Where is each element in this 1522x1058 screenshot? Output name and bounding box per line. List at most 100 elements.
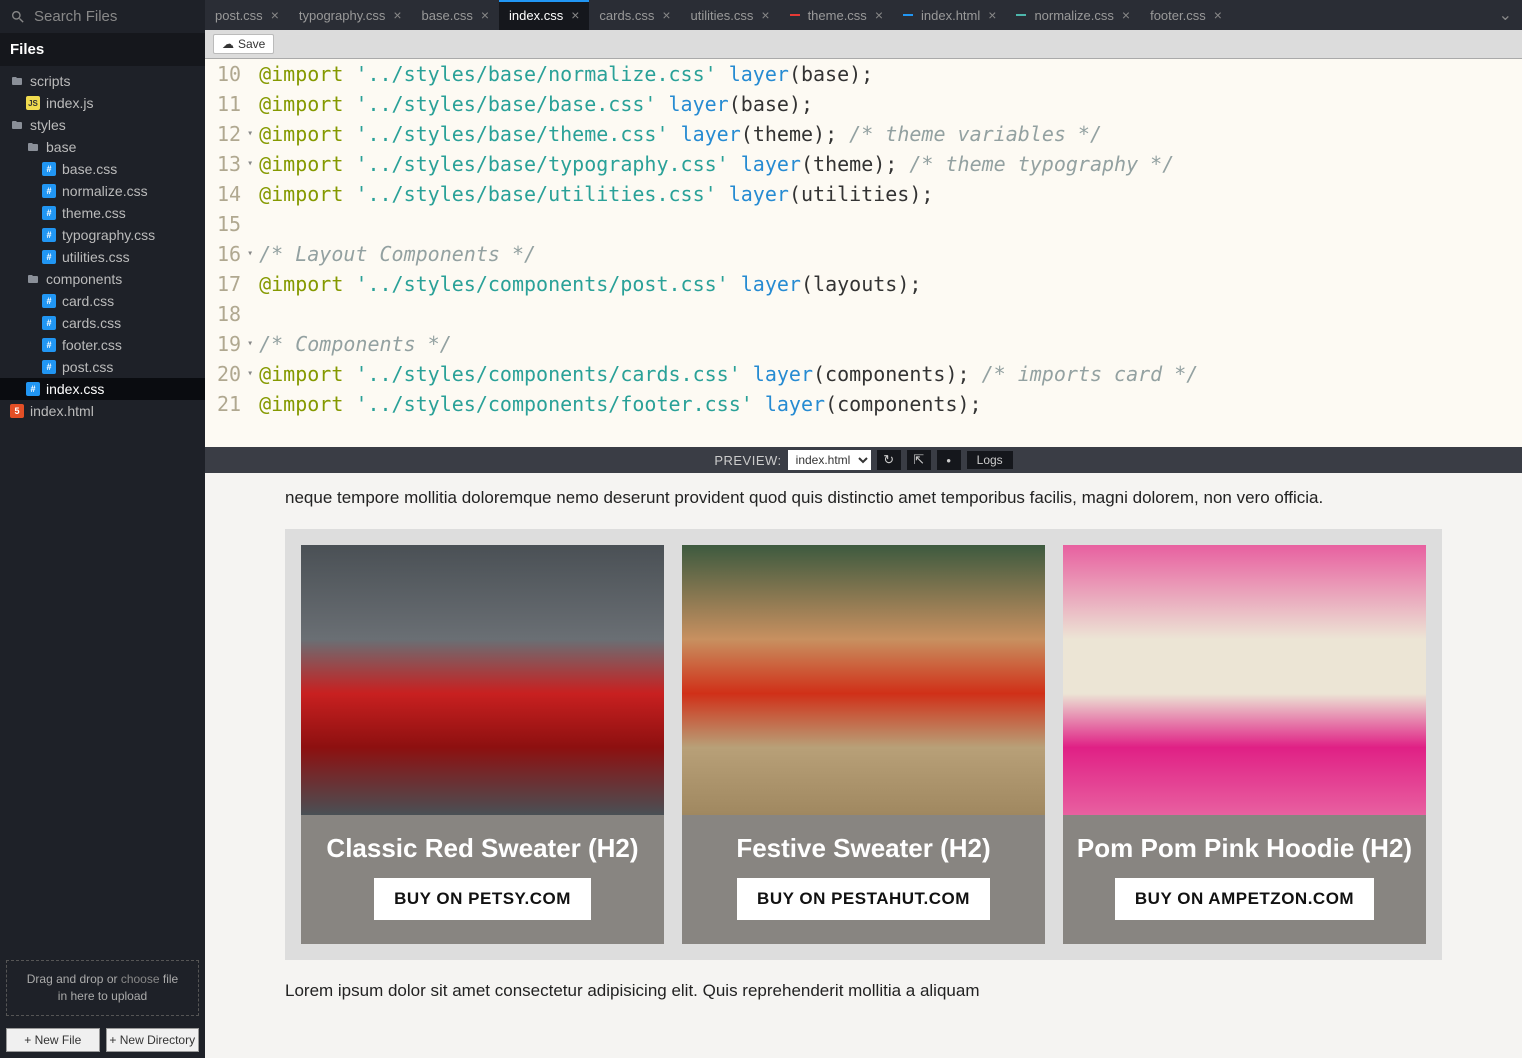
css-icon: # — [42, 316, 56, 330]
tree-item-typography-css[interactable]: # typography.css — [0, 224, 205, 246]
editor-toolbar: ☁ Save — [205, 30, 1522, 59]
close-icon[interactable]: × — [271, 7, 279, 23]
main-area: post.css×typography.css×base.css×index.c… — [205, 0, 1522, 1058]
tabs-overflow-icon[interactable]: ⌄ — [1489, 5, 1522, 25]
tree-item-label: index.html — [30, 403, 94, 419]
code-area[interactable]: @import '../styles/base/normalize.css' l… — [259, 59, 1522, 447]
tree-item-label: index.css — [46, 381, 104, 397]
tree-item-label: cards.css — [62, 315, 121, 331]
tab-label: cards.css — [599, 8, 654, 23]
new-buttons: + New File + New Directory — [0, 1022, 205, 1058]
search-icon — [10, 9, 26, 25]
css-icon: # — [42, 250, 56, 264]
card-image — [682, 545, 1045, 815]
tree-item-index-css[interactable]: #index.css — [0, 378, 205, 400]
save-button[interactable]: ☁ Save — [213, 34, 274, 54]
file-tree: scriptsJSindex.jsstylesbase#base.css#nor… — [0, 66, 205, 954]
tab-label: footer.css — [1150, 8, 1206, 23]
tab-label: base.css — [422, 8, 473, 23]
tree-item-components[interactable]: components — [0, 268, 205, 290]
tab-indicator — [903, 14, 913, 16]
new-directory-button[interactable]: + New Directory — [106, 1028, 200, 1052]
close-icon[interactable]: × — [481, 7, 489, 23]
code-editor[interactable]: 101112▾13▾141516▾171819▾20▾21 @import '.… — [205, 59, 1522, 447]
preview-dot-icon[interactable]: • — [937, 450, 961, 470]
tab-utilities-css[interactable]: utilities.css× — [681, 0, 780, 30]
tree-item-label: post.css — [62, 359, 113, 375]
tree-item-scripts[interactable]: scripts — [0, 70, 205, 92]
close-icon[interactable]: × — [761, 7, 769, 23]
tab-cards-css[interactable]: cards.css × — [589, 0, 680, 30]
sidebar: Search Files Files scripts JSindex.js styl… — [0, 0, 205, 1058]
line-gutter: 101112▾13▾141516▾171819▾20▾21 — [205, 59, 259, 447]
preview-file-select[interactable]: index.html — [788, 450, 871, 470]
tree-item-label: scripts — [30, 73, 70, 89]
tabs-bar: post.css×typography.css×base.css×index.c… — [205, 0, 1522, 30]
tree-item-card-css[interactable]: #card.css — [0, 290, 205, 312]
buy-button[interactable]: BUY ON PESTAHUT.COM — [737, 878, 990, 920]
tab-post-css[interactable]: post.css× — [205, 0, 289, 30]
tab-footer-css[interactable]: footer.css × — [1140, 0, 1232, 30]
tree-item-normalize-css[interactable]: #normalize.css — [0, 180, 205, 202]
buy-button[interactable]: BUY ON AMPETZON.COM — [1115, 878, 1374, 920]
tree-item-cards-css[interactable]: # cards.css — [0, 312, 205, 334]
tab-typography-css[interactable]: typography.css× — [289, 0, 412, 30]
dropzone[interactable]: Drag and drop or choose file in here to … — [6, 960, 199, 1016]
tree-item-label: utilities.css — [62, 249, 130, 265]
tab-indicator — [790, 14, 800, 16]
files-header: Files — [0, 33, 205, 66]
preview-pane[interactable]: neque tempore mollitia doloremque nemo d… — [205, 473, 1522, 1058]
tree-item-footer-css[interactable]: #footer.css — [0, 334, 205, 356]
tree-item-label: typography.css — [62, 227, 155, 243]
tree-item-theme-css[interactable]: #theme.css — [0, 202, 205, 224]
tree-item-label: normalize.css — [62, 183, 148, 199]
tab-normalize-css[interactable]: normalize.css× — [1006, 0, 1140, 30]
tree-item-label: styles — [30, 117, 66, 133]
close-icon[interactable]: × — [988, 7, 996, 23]
tree-item-post-css[interactable]: # post.css — [0, 356, 205, 378]
tab-label: index.css — [509, 8, 563, 23]
search-placeholder: Search Files — [34, 8, 117, 25]
new-file-button[interactable]: + New File — [6, 1028, 100, 1052]
tree-item-index-html[interactable]: 5 index.html — [0, 400, 205, 422]
card-image — [1063, 545, 1426, 815]
tree-item-label: base.css — [62, 161, 117, 177]
search-bar[interactable]: Search Files — [0, 0, 205, 33]
close-icon[interactable]: × — [1122, 7, 1130, 23]
preview-paragraph-top: neque tempore mollitia doloremque nemo d… — [285, 485, 1442, 511]
tree-item-label: base — [46, 139, 76, 155]
preview-bar: PREVIEW: index.html ↻ ⇱ • Logs — [205, 447, 1522, 473]
css-icon: # — [42, 162, 56, 176]
buy-button[interactable]: BUY ON PETSY.COM — [374, 878, 591, 920]
tab-index-css[interactable]: index.css × — [499, 0, 589, 30]
preview-paragraph-bottom: Lorem ipsum dolor sit amet consectetur a… — [285, 978, 1442, 1004]
tree-item-index-js[interactable]: JSindex.js — [0, 92, 205, 114]
logs-button[interactable]: Logs — [967, 451, 1013, 469]
css-icon: # — [42, 206, 56, 220]
card-title: Pom Pom Pink Hoodie (H2) — [1063, 815, 1426, 878]
tab-label: theme.css — [808, 8, 867, 23]
choose-link[interactable]: choose — [121, 972, 160, 986]
product-card: Classic Red Sweater (H2)BUY ON PETSY.COM — [301, 545, 664, 944]
tree-item-base-css[interactable]: # base.css — [0, 158, 205, 180]
tree-item-utilities-css[interactable]: # utilities.css — [0, 246, 205, 268]
close-icon[interactable]: × — [393, 7, 401, 23]
css-icon: # — [42, 360, 56, 374]
close-icon[interactable]: × — [662, 7, 670, 23]
css-icon: # — [42, 338, 56, 352]
product-card: Festive Sweater (H2)BUY ON PESTAHUT.COM — [682, 545, 1045, 944]
refresh-icon[interactable]: ↻ — [877, 450, 901, 470]
tree-item-base[interactable]: base — [0, 136, 205, 158]
close-icon[interactable]: × — [1214, 7, 1222, 23]
close-icon[interactable]: × — [571, 7, 579, 23]
cloud-icon: ☁ — [222, 37, 234, 51]
tab-base-css[interactable]: base.css × — [412, 0, 500, 30]
close-icon[interactable]: × — [875, 7, 883, 23]
tab-theme-css[interactable]: theme.css × — [780, 0, 893, 30]
css-icon: # — [42, 228, 56, 242]
tree-item-styles[interactable]: styles — [0, 114, 205, 136]
tab-index-html[interactable]: index.html× — [893, 0, 1006, 30]
html-icon: 5 — [10, 404, 24, 418]
popout-icon[interactable]: ⇱ — [907, 450, 931, 470]
preview-label: PREVIEW: — [714, 453, 781, 468]
